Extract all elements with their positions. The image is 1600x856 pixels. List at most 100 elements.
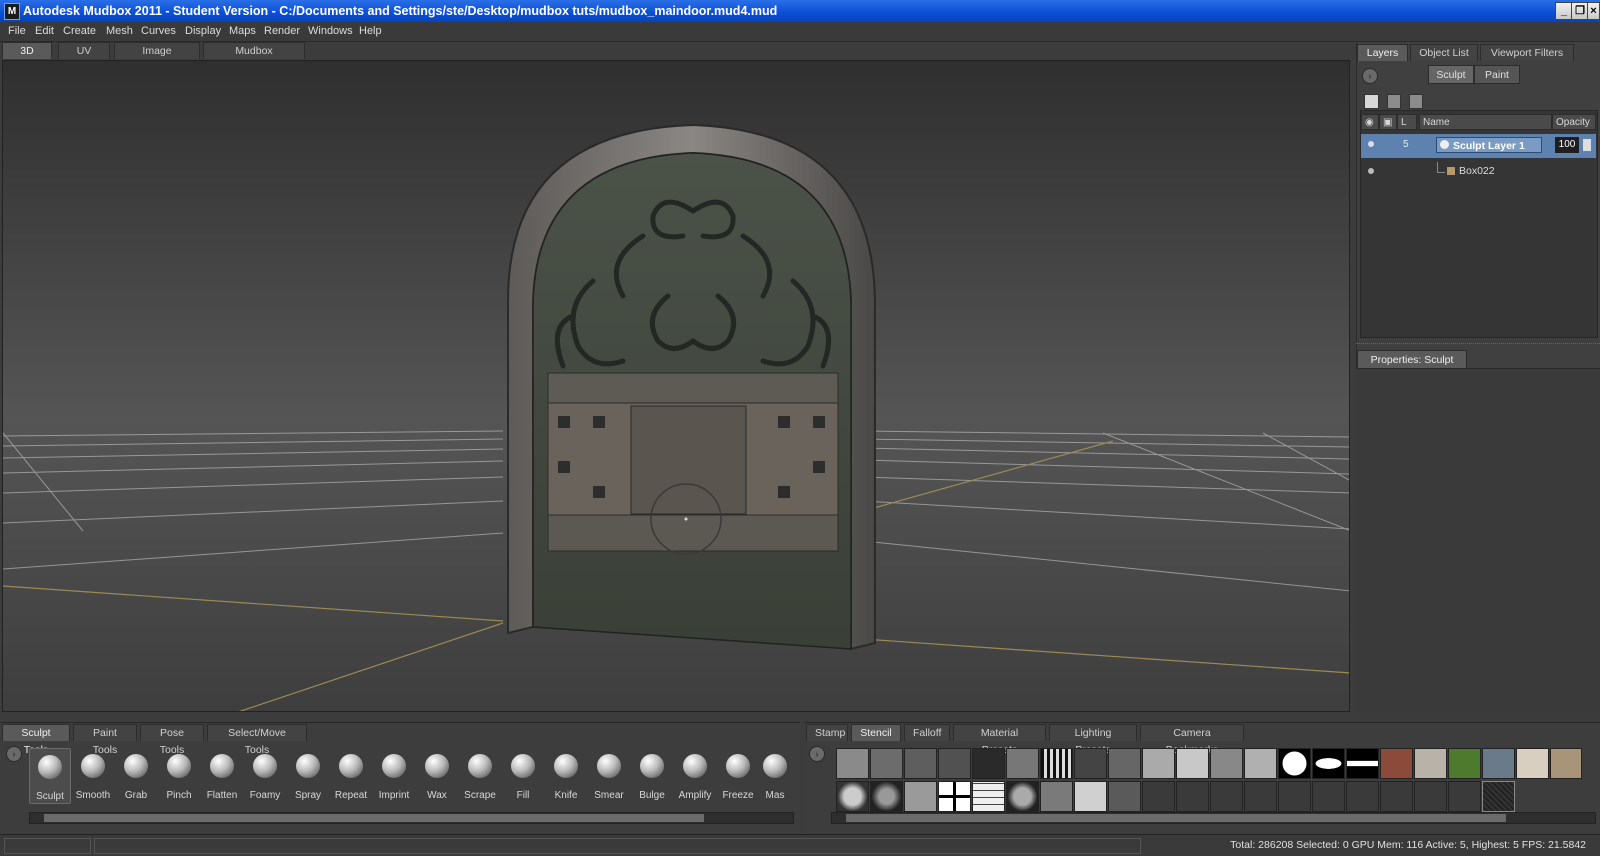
stencil-thumbnail[interactable] (1176, 748, 1209, 779)
tab-object-list[interactable]: Object List (1410, 44, 1478, 61)
tab-image-browser[interactable]: Image Browser (114, 42, 200, 74)
merge-layer-icon[interactable] (1409, 94, 1423, 109)
3d-viewport[interactable] (2, 60, 1350, 712)
menu-create[interactable]: Create (63, 25, 96, 37)
level-column-header[interactable]: L (1397, 114, 1417, 130)
stencil-thumbnail[interactable] (1346, 748, 1379, 779)
tool-bulge[interactable]: Bulge (631, 748, 673, 804)
tool-smooth[interactable]: Smooth (72, 748, 114, 804)
tray-scrollbar[interactable] (831, 812, 1596, 824)
layer-name-field[interactable]: Sculpt Layer 1 (1436, 137, 1542, 153)
new-layer-icon[interactable] (1364, 94, 1379, 109)
menu-file[interactable]: File (8, 25, 26, 37)
tool-wax[interactable]: Wax (416, 748, 458, 804)
tab-3d-view[interactable]: 3D View (2, 42, 52, 74)
stencil-thumbnail[interactable] (870, 748, 903, 779)
stencil-thumbnail[interactable] (972, 748, 1005, 779)
menu-help[interactable]: Help (359, 25, 382, 37)
stencil-thumbnail[interactable] (1108, 781, 1141, 812)
tab-layers[interactable]: Layers (1357, 44, 1408, 61)
stencil-thumbnail[interactable] (1312, 781, 1345, 812)
menu-mesh[interactable]: Mesh (106, 25, 133, 37)
visibility-dot-icon[interactable] (1368, 141, 1374, 147)
stencil-thumbnail[interactable] (1040, 781, 1073, 812)
menu-maps[interactable]: Maps (229, 25, 256, 37)
tab-stamp[interactable]: Stamp (806, 724, 848, 741)
opacity-column-header[interactable]: Opacity (1552, 114, 1596, 130)
tool-freeze[interactable]: Freeze (717, 748, 759, 804)
stencil-thumbnail[interactable] (1380, 781, 1413, 812)
visibility-column-icon[interactable]: ◉ (1361, 114, 1379, 130)
tab-properties-sculpt[interactable]: Properties: Sculpt (1357, 350, 1467, 368)
paint-mode-button[interactable]: Paint (1474, 65, 1520, 84)
stencil-thumbnail[interactable] (904, 781, 937, 812)
tool-amplify[interactable]: Amplify (674, 748, 716, 804)
tray-scroll-thumb[interactable] (846, 814, 1506, 822)
tool-spray[interactable]: Spray (287, 748, 329, 804)
stencil-thumbnail[interactable] (1380, 748, 1413, 779)
stencil-thumbnail[interactable] (836, 781, 869, 812)
tool-pinch[interactable]: Pinch (158, 748, 200, 804)
tab-select-move-tools[interactable]: Select/Move Tools (207, 724, 307, 756)
tool-repeat[interactable]: Repeat (330, 748, 372, 804)
stencil-thumbnail[interactable] (972, 781, 1005, 812)
tab-camera-bookmarks[interactable]: Camera Bookmarks (1140, 724, 1244, 756)
layer-row-sculpt-layer-1[interactable]: 5 Sculpt Layer 1 100 (1361, 134, 1596, 158)
stencil-thumbnail[interactable] (1516, 748, 1549, 779)
tab-uv-view[interactable]: UV View (58, 42, 110, 74)
tools-scrollbar[interactable] (29, 812, 794, 824)
layer-row-box022[interactable]: Box022 (1361, 160, 1596, 184)
tray-expand-icon[interactable]: › (809, 746, 825, 762)
stencil-thumbnail[interactable] (1414, 748, 1447, 779)
stencil-thumbnail[interactable] (938, 748, 971, 779)
stencil-thumbnail[interactable] (904, 748, 937, 779)
panel-expand-icon[interactable]: › (1362, 68, 1378, 84)
stencil-thumbnail[interactable] (1278, 748, 1311, 779)
tool-mask[interactable]: Mas (760, 748, 790, 804)
stencil-thumbnail[interactable] (1006, 781, 1039, 812)
stencil-thumbnail[interactable] (938, 781, 971, 812)
stencil-thumbnail[interactable] (1482, 748, 1515, 779)
tab-lighting-presets[interactable]: Lighting Presets (1049, 724, 1137, 756)
stencil-thumbnail[interactable] (1448, 748, 1481, 779)
stencil-thumbnail[interactable] (1448, 781, 1481, 812)
menu-curves[interactable]: Curves (141, 25, 176, 37)
stencil-thumbnail[interactable] (1312, 748, 1345, 779)
tool-foamy[interactable]: Foamy (244, 748, 286, 804)
tool-grab[interactable]: Grab (115, 748, 157, 804)
tab-paint-tools[interactable]: Paint Tools (73, 724, 137, 756)
tab-pose-tools[interactable]: Pose Tools (140, 724, 204, 756)
tab-mudbox-community[interactable]: Mudbox Community (203, 42, 305, 74)
tool-sculpt[interactable]: Sculpt (29, 748, 71, 804)
lock-column-icon[interactable]: ▣ (1379, 114, 1397, 130)
panel-splitter[interactable] (1356, 343, 1600, 347)
close-button[interactable]: × (1587, 2, 1600, 20)
stencil-thumbnail[interactable] (1210, 748, 1243, 779)
stencil-thumbnail[interactable] (870, 781, 903, 812)
tool-smear[interactable]: Smear (588, 748, 630, 804)
menu-edit[interactable]: Edit (35, 25, 54, 37)
stencil-thumbnail[interactable] (1244, 748, 1277, 779)
sculpt-mode-button[interactable]: Sculpt (1428, 65, 1474, 84)
tools-scroll-thumb[interactable] (44, 814, 704, 822)
stencil-thumbnail[interactable] (1414, 781, 1447, 812)
menu-windows[interactable]: Windows (308, 25, 353, 37)
stencil-thumbnail[interactable] (1550, 748, 1582, 779)
opacity-value[interactable]: 100 (1555, 137, 1579, 153)
stencil-thumbnail[interactable] (1482, 781, 1515, 812)
stencil-thumbnail[interactable] (1176, 781, 1209, 812)
stencil-thumbnail[interactable] (1142, 781, 1175, 812)
tab-falloff[interactable]: Falloff (904, 724, 950, 741)
tab-sculpt-tools[interactable]: Sculpt Tools (2, 724, 70, 756)
stencil-thumbnail[interactable] (1074, 748, 1107, 779)
menu-display[interactable]: Display (185, 25, 221, 37)
visibility-dot-icon[interactable] (1368, 168, 1374, 174)
opacity-slider-handle[interactable] (1583, 139, 1591, 151)
stencil-thumbnail[interactable] (1210, 781, 1243, 812)
stencil-thumbnail[interactable] (836, 748, 869, 779)
delete-layer-icon[interactable] (1387, 94, 1401, 109)
stencil-thumbnail[interactable] (1142, 748, 1175, 779)
stencil-thumbnail[interactable] (1244, 781, 1277, 812)
tool-fill[interactable]: Fill (502, 748, 544, 804)
stencil-thumbnail[interactable] (1006, 748, 1039, 779)
